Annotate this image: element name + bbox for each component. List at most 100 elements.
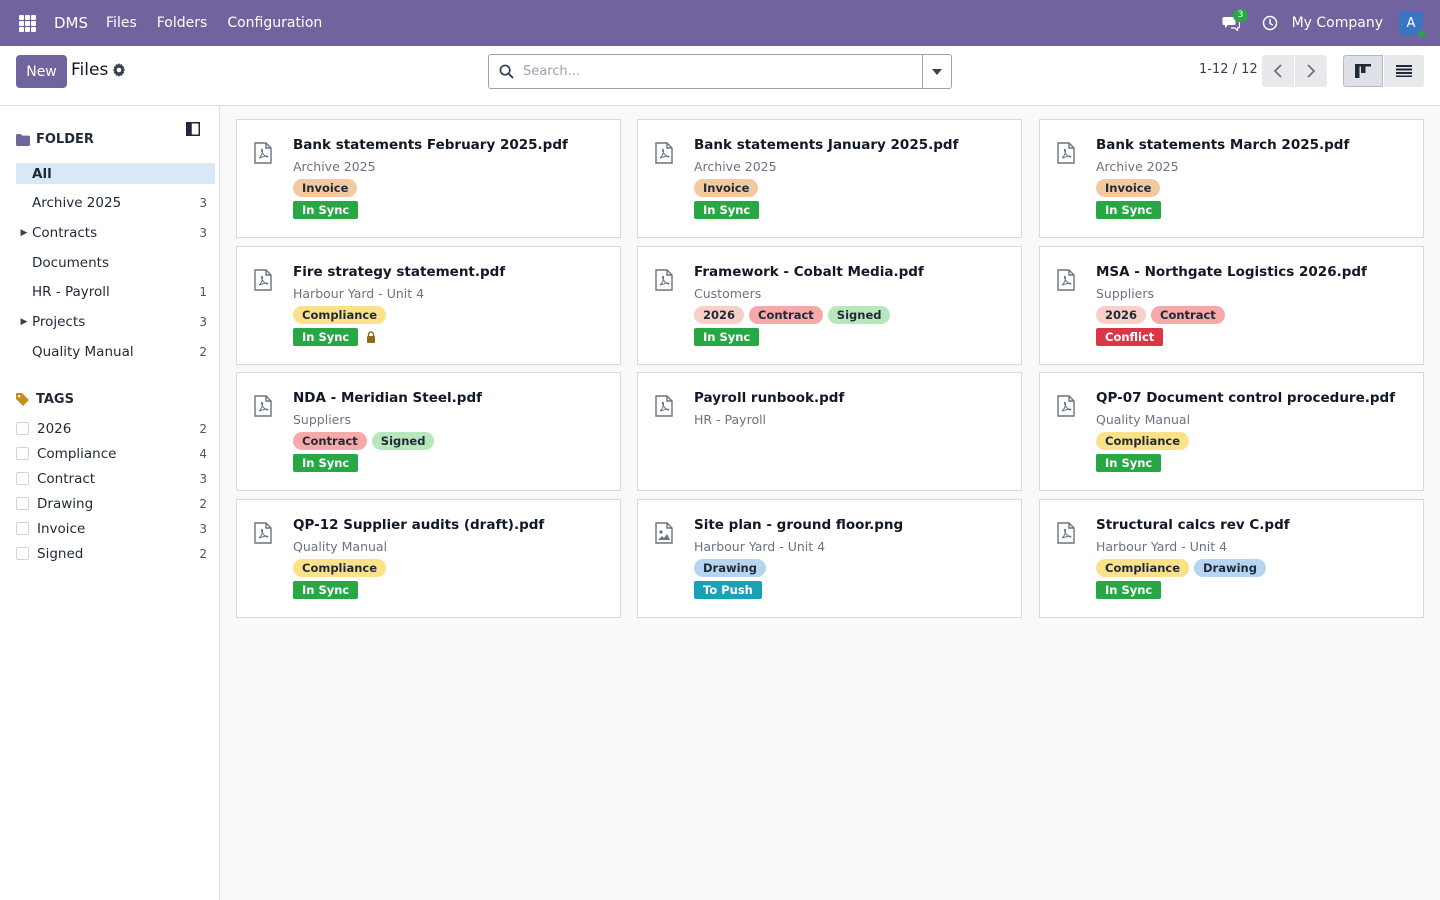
file-tags: 2026 Contract <box>1096 306 1225 324</box>
sidebar-folder-quality-manual[interactable]: Quality Manual 2 <box>16 341 215 362</box>
file-name: Structural calcs rev C.pdf <box>1096 517 1290 533</box>
file-status: Conflict <box>1096 328 1164 346</box>
page-title: Files <box>71 60 109 80</box>
sidebar-folder-contracts[interactable]: ▶ Contracts 3 <box>16 222 215 243</box>
file-folder: Harbour Yard - Unit 4 <box>1096 539 1228 554</box>
tag-checkbox[interactable] <box>16 447 29 460</box>
search-options-toggle[interactable] <box>922 55 951 88</box>
file-folder: HR - Payroll <box>694 412 767 427</box>
list-view-button[interactable] <box>1384 55 1424 87</box>
pager-next-button[interactable] <box>1295 55 1327 87</box>
file-tags: Invoice <box>1096 179 1161 197</box>
gear-icon[interactable] <box>112 63 126 77</box>
pdf-file-icon <box>654 395 674 417</box>
menu-folders[interactable]: Folders <box>157 0 208 46</box>
file-status: In Sync <box>293 581 359 599</box>
tag-badge-signed: Signed <box>371 432 435 450</box>
pdf-file-icon <box>253 395 273 417</box>
online-status-dot <box>1417 29 1427 39</box>
file-name: Bank statements February 2025.pdf <box>293 137 568 153</box>
file-card[interactable]: Framework - Cobalt Media.pdf Customers 202… <box>637 246 1022 365</box>
folder-icon <box>16 133 36 146</box>
tag-filter-label: Signed <box>37 545 84 562</box>
status-badge: In Sync <box>1096 201 1162 219</box>
tag-filter-count: 2 <box>199 496 207 511</box>
status-badge: In Sync <box>293 454 359 472</box>
tag-filter-contract[interactable]: Contract 3 <box>16 468 215 489</box>
tag-filter-invoice[interactable]: Invoice 3 <box>16 518 215 539</box>
search-input[interactable] <box>523 56 922 87</box>
file-card[interactable]: QP-07 Document control procedure.pdf Qual… <box>1039 372 1424 491</box>
file-tags: Contract Signed <box>293 432 435 450</box>
file-status: In Sync <box>293 454 359 472</box>
app-menu-icon[interactable] <box>0 0 54 46</box>
tag-filter-count: 3 <box>199 471 207 486</box>
sidebar-folder-archive-2025[interactable]: Archive 2025 3 <box>16 192 215 213</box>
file-folder: Archive 2025 <box>694 159 777 174</box>
file-card[interactable]: Bank statements February 2025.pdf Archive… <box>236 119 621 238</box>
file-tags: Compliance <box>293 306 387 324</box>
tag-checkbox[interactable] <box>16 422 29 435</box>
pdf-file-icon <box>1056 522 1076 544</box>
tag-badge-contract: Contract <box>749 306 823 324</box>
folder-count: 1 <box>199 284 207 299</box>
sidebar-toggle-icon[interactable] <box>186 122 200 136</box>
menu-files[interactable]: Files <box>106 0 137 46</box>
file-card[interactable]: Site plan - ground floor.png Harbour Yard… <box>637 499 1022 618</box>
file-card[interactable]: Structural calcs rev C.pdf Harbour Yard -… <box>1039 499 1424 618</box>
folder-label: Quality Manual <box>32 343 134 360</box>
file-folder: Customers <box>694 286 762 301</box>
tag-filter-2026[interactable]: 2026 2 <box>16 418 215 439</box>
folder-label: Contracts <box>32 224 98 241</box>
file-name: Framework - Cobalt Media.pdf <box>694 264 924 280</box>
tag-filter-compliance[interactable]: Compliance 4 <box>16 443 215 464</box>
file-card[interactable]: Bank statements January 2025.pdf Archive … <box>637 119 1022 238</box>
file-status: To Push <box>694 581 762 599</box>
company-switcher[interactable]: My Company <box>1292 15 1383 31</box>
messaging-icon[interactable]: 3 <box>1216 0 1249 46</box>
sidebar-folder-hr-payroll[interactable]: HR - Payroll 1 <box>16 281 215 302</box>
file-card[interactable]: Payroll runbook.pdf HR - Payroll <box>637 372 1022 491</box>
caret-down-icon <box>932 68 942 75</box>
tag-filter-label: Compliance <box>37 445 117 462</box>
file-card[interactable]: Fire strategy statement.pdf Harbour Yard … <box>236 246 621 365</box>
file-card[interactable]: Bank statements March 2025.pdf Archive 20… <box>1039 119 1424 238</box>
sidebar-folder-documents[interactable]: Documents <box>16 252 215 273</box>
tags-section-header: TAGS <box>16 392 74 407</box>
tag-filter-signed[interactable]: Signed 2 <box>16 543 215 564</box>
folder-count: 3 <box>199 225 207 240</box>
new-button[interactable]: New <box>16 55 67 88</box>
tag-badge-invoice: Invoice <box>293 179 358 197</box>
tag-badge-compliance: Compliance <box>1096 432 1190 450</box>
pager-value[interactable]: 1-12 / 12 <box>1199 62 1258 77</box>
tag-filter-label: Drawing <box>37 495 94 512</box>
tag-checkbox[interactable] <box>16 547 29 560</box>
chevron-left-icon <box>1273 64 1282 78</box>
control-panel: New Files 1-12 / 12 <box>0 46 1440 106</box>
status-badge: In Sync <box>1096 454 1162 472</box>
file-card[interactable]: MSA - Northgate Logistics 2026.pdf Suppli… <box>1039 246 1424 365</box>
app-brand[interactable]: DMS <box>54 14 88 32</box>
tag-checkbox[interactable] <box>16 497 29 510</box>
sidebar-folder-all[interactable]: All <box>16 163 215 184</box>
file-card[interactable]: NDA - Meridian Steel.pdf Suppliers Contrac… <box>236 372 621 491</box>
sidebar-folder-projects[interactable]: ▶ Projects 3 <box>16 311 215 332</box>
tag-checkbox[interactable] <box>16 522 29 535</box>
pager-previous-button[interactable] <box>1262 55 1294 87</box>
kanban-view-button[interactable] <box>1343 55 1383 87</box>
tag-checkbox[interactable] <box>16 472 29 485</box>
menu-configuration[interactable]: Configuration <box>227 0 322 46</box>
activity-clock-icon[interactable] <box>1258 0 1282 46</box>
file-folder: Archive 2025 <box>293 159 376 174</box>
tag-filter-drawing[interactable]: Drawing 2 <box>16 493 215 514</box>
user-avatar[interactable]: A <box>1399 11 1427 39</box>
file-folder: Quality Manual <box>293 539 388 554</box>
file-status: In Sync <box>293 201 359 219</box>
folder-count: 3 <box>199 195 207 210</box>
file-folder: Suppliers <box>293 412 352 427</box>
image-file-icon <box>654 522 674 544</box>
file-name: QP-07 Document control procedure.pdf <box>1096 390 1396 406</box>
status-badge: In Sync <box>293 581 359 599</box>
search-panel-sidebar: FOLDER All Archive 2025 3 ▶ Contracts 3 Docume… <box>0 106 220 900</box>
file-card[interactable]: QP-12 Supplier audits (draft).pdf Quality… <box>236 499 621 618</box>
